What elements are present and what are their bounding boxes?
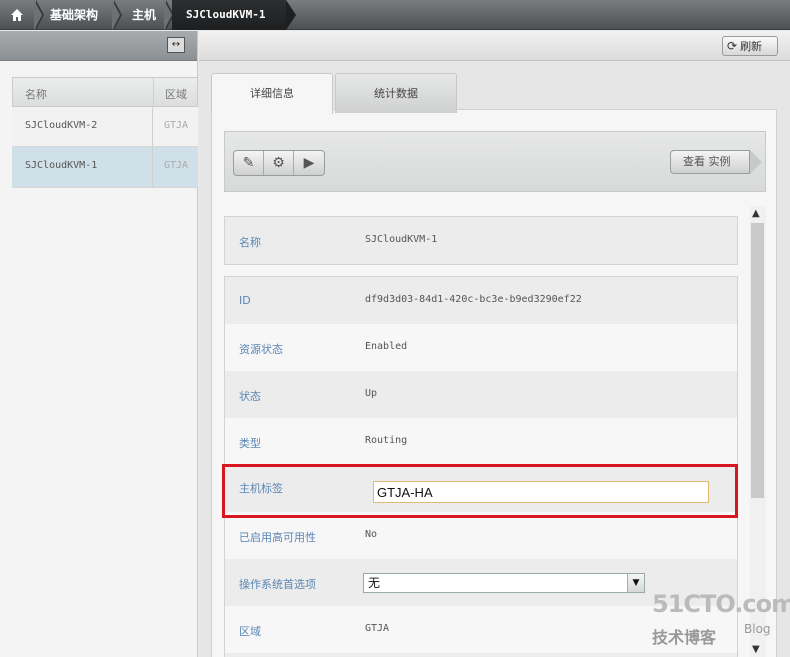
field-label: 操作系统首选项	[239, 578, 316, 591]
field-row-state: 状态 Up	[225, 371, 737, 418]
field-row-resource-state: 资源状态 Enabled	[225, 324, 737, 371]
highlight-box	[222, 464, 738, 518]
scrollbar-thumb[interactable]	[751, 223, 764, 498]
field-label: 已启用高可用性	[239, 531, 316, 544]
watermark: 51CTO.com 技术博客 Blog	[652, 590, 790, 650]
list-item-selected[interactable]: SJCloudKVM-1 GTJA	[12, 147, 198, 188]
column-zone[interactable]: 区域	[165, 86, 187, 102]
watermark-blog: Blog	[744, 622, 771, 636]
host-list-panel: ↔ 名称 区域 SJCloudKVM-2 GTJA SJCloudKVM-1 G…	[0, 31, 198, 657]
watermark-logo: 51CTO.com	[652, 590, 790, 618]
field-label: ID	[239, 294, 251, 307]
field-value: No	[365, 529, 378, 540]
host-zone: GTJA	[164, 120, 189, 131]
watermark-text: 技术博客	[652, 628, 717, 647]
home-icon[interactable]	[0, 0, 34, 30]
name-group: 名称 SJCloudKVM-1	[224, 216, 738, 265]
host-name: SJCloudKVM-2	[25, 120, 98, 131]
field-value: Up	[365, 388, 378, 399]
tab-statistics[interactable]: 统计数据	[335, 73, 457, 113]
os-preference-value: 无	[368, 576, 381, 590]
field-row-name: 名称 SJCloudKVM-1	[225, 217, 737, 264]
field-label: 状态	[239, 390, 261, 403]
host-name: SJCloudKVM-1	[25, 160, 98, 171]
detail-area: ⟳ 刷新 详细信息 统计数据 ✎ ⚙ ▶ 查看 实例 ▲ ▼ 名称 SJCloud…	[199, 31, 790, 657]
expand-icon[interactable]: ↔	[167, 37, 185, 53]
field-row-id: ID df9d3d03-84d1-420c-bc3e-b9ed3290ef22	[225, 277, 737, 324]
list-column-headers: 名称 区域	[12, 77, 198, 107]
breadcrumb-item-current: SJCloudKVM-1	[172, 0, 296, 30]
breadcrumb-item-infrastructure[interactable]: 基础架构	[50, 0, 98, 30]
field-label: 资源状态	[239, 343, 283, 356]
media-icon[interactable]: ▶	[294, 151, 324, 175]
field-label: 名称	[239, 236, 261, 249]
action-icon-group: ✎ ⚙ ▶	[233, 150, 325, 176]
field-value: GTJA	[365, 623, 390, 634]
breadcrumb: 基础架构 主机 SJCloudKVM-1	[0, 0, 790, 30]
field-row-type: 类型 Routing	[225, 418, 737, 465]
gear-icon[interactable]: ⚙	[264, 151, 294, 175]
os-preference-select[interactable]: 无 ▼	[363, 573, 645, 593]
edit-icon[interactable]: ✎	[234, 151, 264, 175]
column-name[interactable]: 名称	[25, 86, 47, 102]
scroll-up-icon[interactable]: ▲	[752, 208, 760, 219]
top-toolbar: ⟳ 刷新	[199, 31, 790, 61]
host-zone: GTJA	[164, 160, 189, 171]
list-item[interactable]: SJCloudKVM-2 GTJA	[12, 107, 198, 147]
breadcrumb-item-hosts[interactable]: 主机	[132, 0, 156, 30]
field-row-ha-enabled: 已启用高可用性 No	[225, 512, 737, 559]
field-value: Routing	[365, 435, 408, 446]
action-bar: ✎ ⚙ ▶ 查看 实例	[224, 131, 766, 192]
field-label: 区域	[239, 625, 261, 638]
field-label: 类型	[239, 437, 261, 450]
list-header-bar: ↔	[0, 31, 197, 61]
tab-details[interactable]: 详细信息	[211, 73, 333, 114]
field-value: Enabled	[365, 341, 408, 352]
view-instances-button[interactable]: 查看 实例	[670, 150, 762, 174]
chevron-down-icon[interactable]: ▼	[627, 574, 644, 592]
field-value: df9d3d03-84d1-420c-bc3e-b9ed3290ef22	[365, 294, 582, 305]
refresh-label: 刷新	[740, 40, 763, 53]
field-value: SJCloudKVM-1	[365, 234, 438, 245]
refresh-icon: ⟳	[727, 39, 738, 53]
refresh-button[interactable]: ⟳ 刷新	[722, 36, 778, 56]
host-list: 名称 区域 SJCloudKVM-2 GTJA SJCloudKVM-1 GTJ…	[12, 77, 198, 188]
